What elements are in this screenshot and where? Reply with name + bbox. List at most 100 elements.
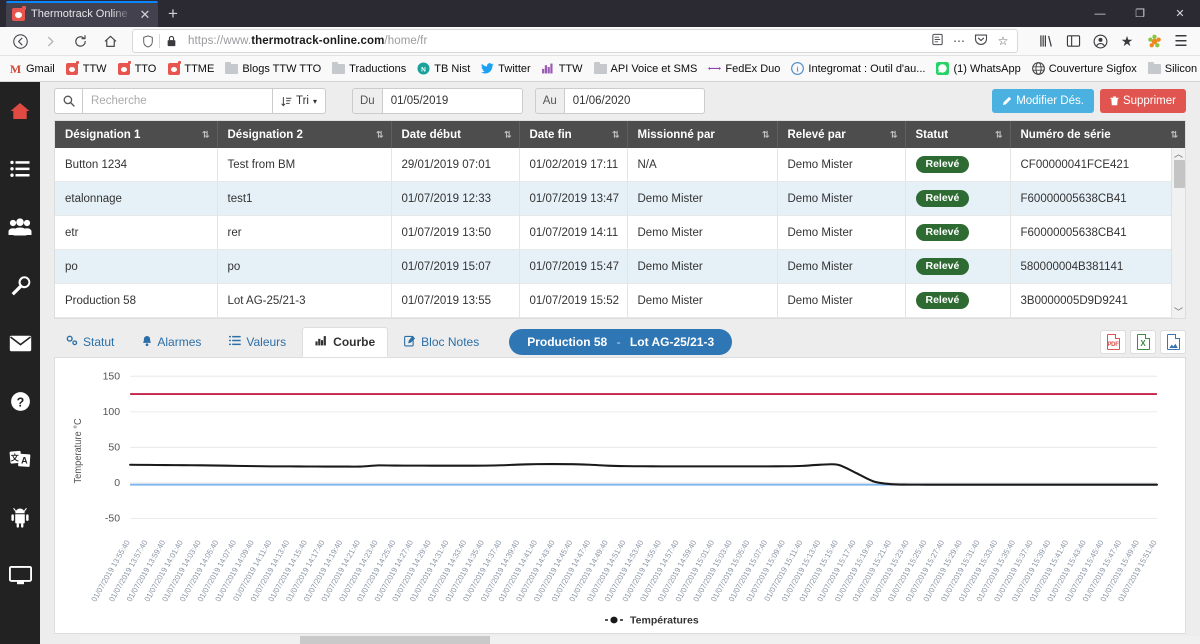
bookmark-item[interactable]: Twitter: [476, 60, 535, 77]
bookmark-item[interactable]: M Gmail: [4, 60, 60, 77]
bookmark-item[interactable]: Silicon: [1143, 60, 1200, 77]
sidebar-item-help[interactable]: ?: [0, 372, 40, 430]
sidebar-icon[interactable]: [1060, 29, 1086, 54]
table-row[interactable]: Button 1234 Test from BM 29/01/2019 07:01 0…: [55, 148, 1185, 182]
sidebar-item-users[interactable]: [0, 198, 40, 256]
bookmark-item[interactable]: TTO: [113, 60, 162, 77]
sort-toggle-icon[interactable]: ⇅: [202, 129, 209, 140]
tab-valeurs[interactable]: Valeurs: [217, 328, 298, 356]
bookmark-star-icon[interactable]: ☆: [993, 34, 1013, 48]
reload-button[interactable]: [66, 29, 95, 54]
url-text[interactable]: https://www.thermotrack-online.com/home/…: [182, 35, 927, 47]
bookmark-item[interactable]: Traductions: [327, 60, 411, 77]
column-header[interactable]: Numéro de série ⇅: [1010, 121, 1185, 148]
bookmark-item[interactable]: Couverture Sigfox: [1027, 60, 1142, 77]
url-bar-actions: ⋯ ☆: [927, 33, 1013, 49]
account-icon[interactable]: [1087, 29, 1113, 54]
tab-courbe[interactable]: Courbe: [302, 327, 389, 357]
table-row[interactable]: Production 58 Lot AG-25/21-3 01/07/2019 13…: [55, 283, 1185, 318]
sidebar-item-home[interactable]: [0, 82, 40, 140]
sidebar-item-desktop[interactable]: [0, 546, 40, 604]
sidebar-item-list[interactable]: [0, 140, 40, 198]
extension-icon[interactable]: [1141, 29, 1167, 54]
reader-mode-icon[interactable]: [927, 33, 947, 49]
fedex-icon: [708, 62, 722, 75]
sort-toggle-icon[interactable]: ⇅: [504, 129, 511, 140]
sort-button[interactable]: Tri ▾: [272, 88, 326, 114]
bookmark-item[interactable]: i Integromat : Outil d'au...: [786, 60, 930, 77]
table-scroll-thumb[interactable]: [1174, 160, 1185, 188]
bookmark-item[interactable]: TTW: [537, 60, 588, 77]
home-button[interactable]: [96, 29, 125, 54]
bookmark-item[interactable]: (1) WhatsApp: [931, 60, 1025, 77]
chart-legend[interactable]: Températures: [604, 616, 699, 627]
page-scroll-thumb[interactable]: [300, 636, 490, 644]
minimize-button[interactable]: —: [1080, 0, 1120, 27]
table-row[interactable]: etalonnage test1 01/07/2019 12:33 01/07/201…: [55, 181, 1185, 216]
export-pdf-button[interactable]: PDF: [1100, 330, 1126, 354]
column-header[interactable]: Date fin ⇅: [519, 121, 628, 148]
back-button[interactable]: [6, 29, 35, 54]
temperature-chart[interactable]: 150 100 50 0 -50 Temperature °C 01/07/2019 1…: [55, 358, 1185, 633]
maximize-button[interactable]: ❐: [1120, 0, 1160, 27]
column-header[interactable]: Missionné par ⇅: [627, 121, 778, 148]
sidebar-item-tools[interactable]: [0, 256, 40, 314]
star-icon[interactable]: ★: [1114, 29, 1140, 54]
browser-tab[interactable]: Thermotrack Online | Liste des ✕: [6, 1, 158, 27]
sidebar-item-language[interactable]: 文A: [0, 430, 40, 488]
menu-icon[interactable]: ☰: [1168, 29, 1194, 54]
shield-icon[interactable]: [137, 34, 159, 48]
search-input[interactable]: [82, 88, 272, 114]
bookmark-item[interactable]: Blogs TTW TTO: [220, 60, 326, 77]
new-tab-button[interactable]: +: [168, 4, 178, 27]
lock-icon[interactable]: [160, 35, 182, 47]
svg-text:A: A: [21, 456, 28, 466]
sort-toggle-icon[interactable]: ⇅: [762, 129, 769, 140]
sort-toggle-icon[interactable]: ⇅: [376, 129, 383, 140]
date-to-input[interactable]: 01/06/2020: [564, 88, 705, 114]
export-excel-button[interactable]: X: [1130, 330, 1156, 354]
folder-icon: [593, 61, 607, 75]
column-header[interactable]: Date début ⇅: [391, 121, 520, 148]
date-from-input[interactable]: 01/05/2019: [382, 88, 523, 114]
bookmark-item[interactable]: TTME: [162, 60, 219, 77]
bookmark-item[interactable]: TTW: [61, 60, 112, 77]
bookmark-item[interactable]: FedEx Duo: [703, 60, 785, 77]
column-header[interactable]: Statut ⇅: [905, 121, 1011, 148]
sort-toggle-icon[interactable]: ⇅: [995, 129, 1002, 140]
edit-designation-button[interactable]: Modifier Dés.: [992, 89, 1094, 113]
url-bar[interactable]: https://www.thermotrack-online.com/home/…: [132, 29, 1018, 53]
page-actions-icon[interactable]: ⋯: [949, 34, 969, 48]
bookmark-item[interactable]: N TB Nist: [412, 60, 475, 77]
delete-button[interactable]: Supprimer: [1099, 89, 1186, 113]
table-scrollbar[interactable]: ︿ ﹀: [1171, 148, 1185, 318]
column-header[interactable]: Relevé par ⇅: [777, 121, 906, 148]
sort-toggle-icon[interactable]: ⇅: [1170, 129, 1177, 140]
y-tick-label: 100: [103, 407, 121, 418]
tab-statut[interactable]: Statut: [54, 328, 126, 356]
forward-button[interactable]: [36, 29, 65, 54]
sort-toggle-icon[interactable]: ⇅: [612, 129, 619, 140]
scroll-down-icon[interactable]: ﹀: [1174, 308, 1183, 317]
column-header[interactable]: Désignation 1 ⇅: [55, 121, 218, 148]
table-row[interactable]: po po 01/07/2019 15:07 01/07/2019 15:47 Demo…: [55, 249, 1185, 284]
pocket-icon[interactable]: [971, 33, 991, 49]
cell-designation2: Test from BM: [217, 148, 392, 182]
sidebar-item-android[interactable]: [0, 488, 40, 546]
column-header[interactable]: Désignation 2 ⇅: [217, 121, 392, 148]
table-header-row: Désignation 1 ⇅ Désignation 2 ⇅ Date début ⇅ D…: [55, 121, 1185, 148]
page-horizontal-scrollbar[interactable]: [80, 636, 1200, 644]
tab-alarmes[interactable]: Alarmes: [130, 328, 213, 357]
tab-bloc-notes[interactable]: Bloc Notes: [392, 328, 491, 357]
scroll-up-icon[interactable]: ︿: [1174, 150, 1183, 159]
bookmark-item[interactable]: API Voice et SMS: [589, 60, 703, 77]
search-icon[interactable]: [54, 88, 82, 114]
export-image-button[interactable]: [1160, 330, 1186, 354]
library-icon[interactable]: [1033, 29, 1059, 54]
gears-icon: [66, 335, 78, 349]
table-row[interactable]: etr rer 01/07/2019 13:50 01/07/2019 14:11 De…: [55, 215, 1185, 250]
sidebar-item-mail[interactable]: [0, 314, 40, 372]
tab-close-icon[interactable]: ✕: [138, 8, 152, 21]
close-window-button[interactable]: ✕: [1160, 0, 1200, 27]
sort-toggle-icon[interactable]: ⇅: [890, 129, 897, 140]
